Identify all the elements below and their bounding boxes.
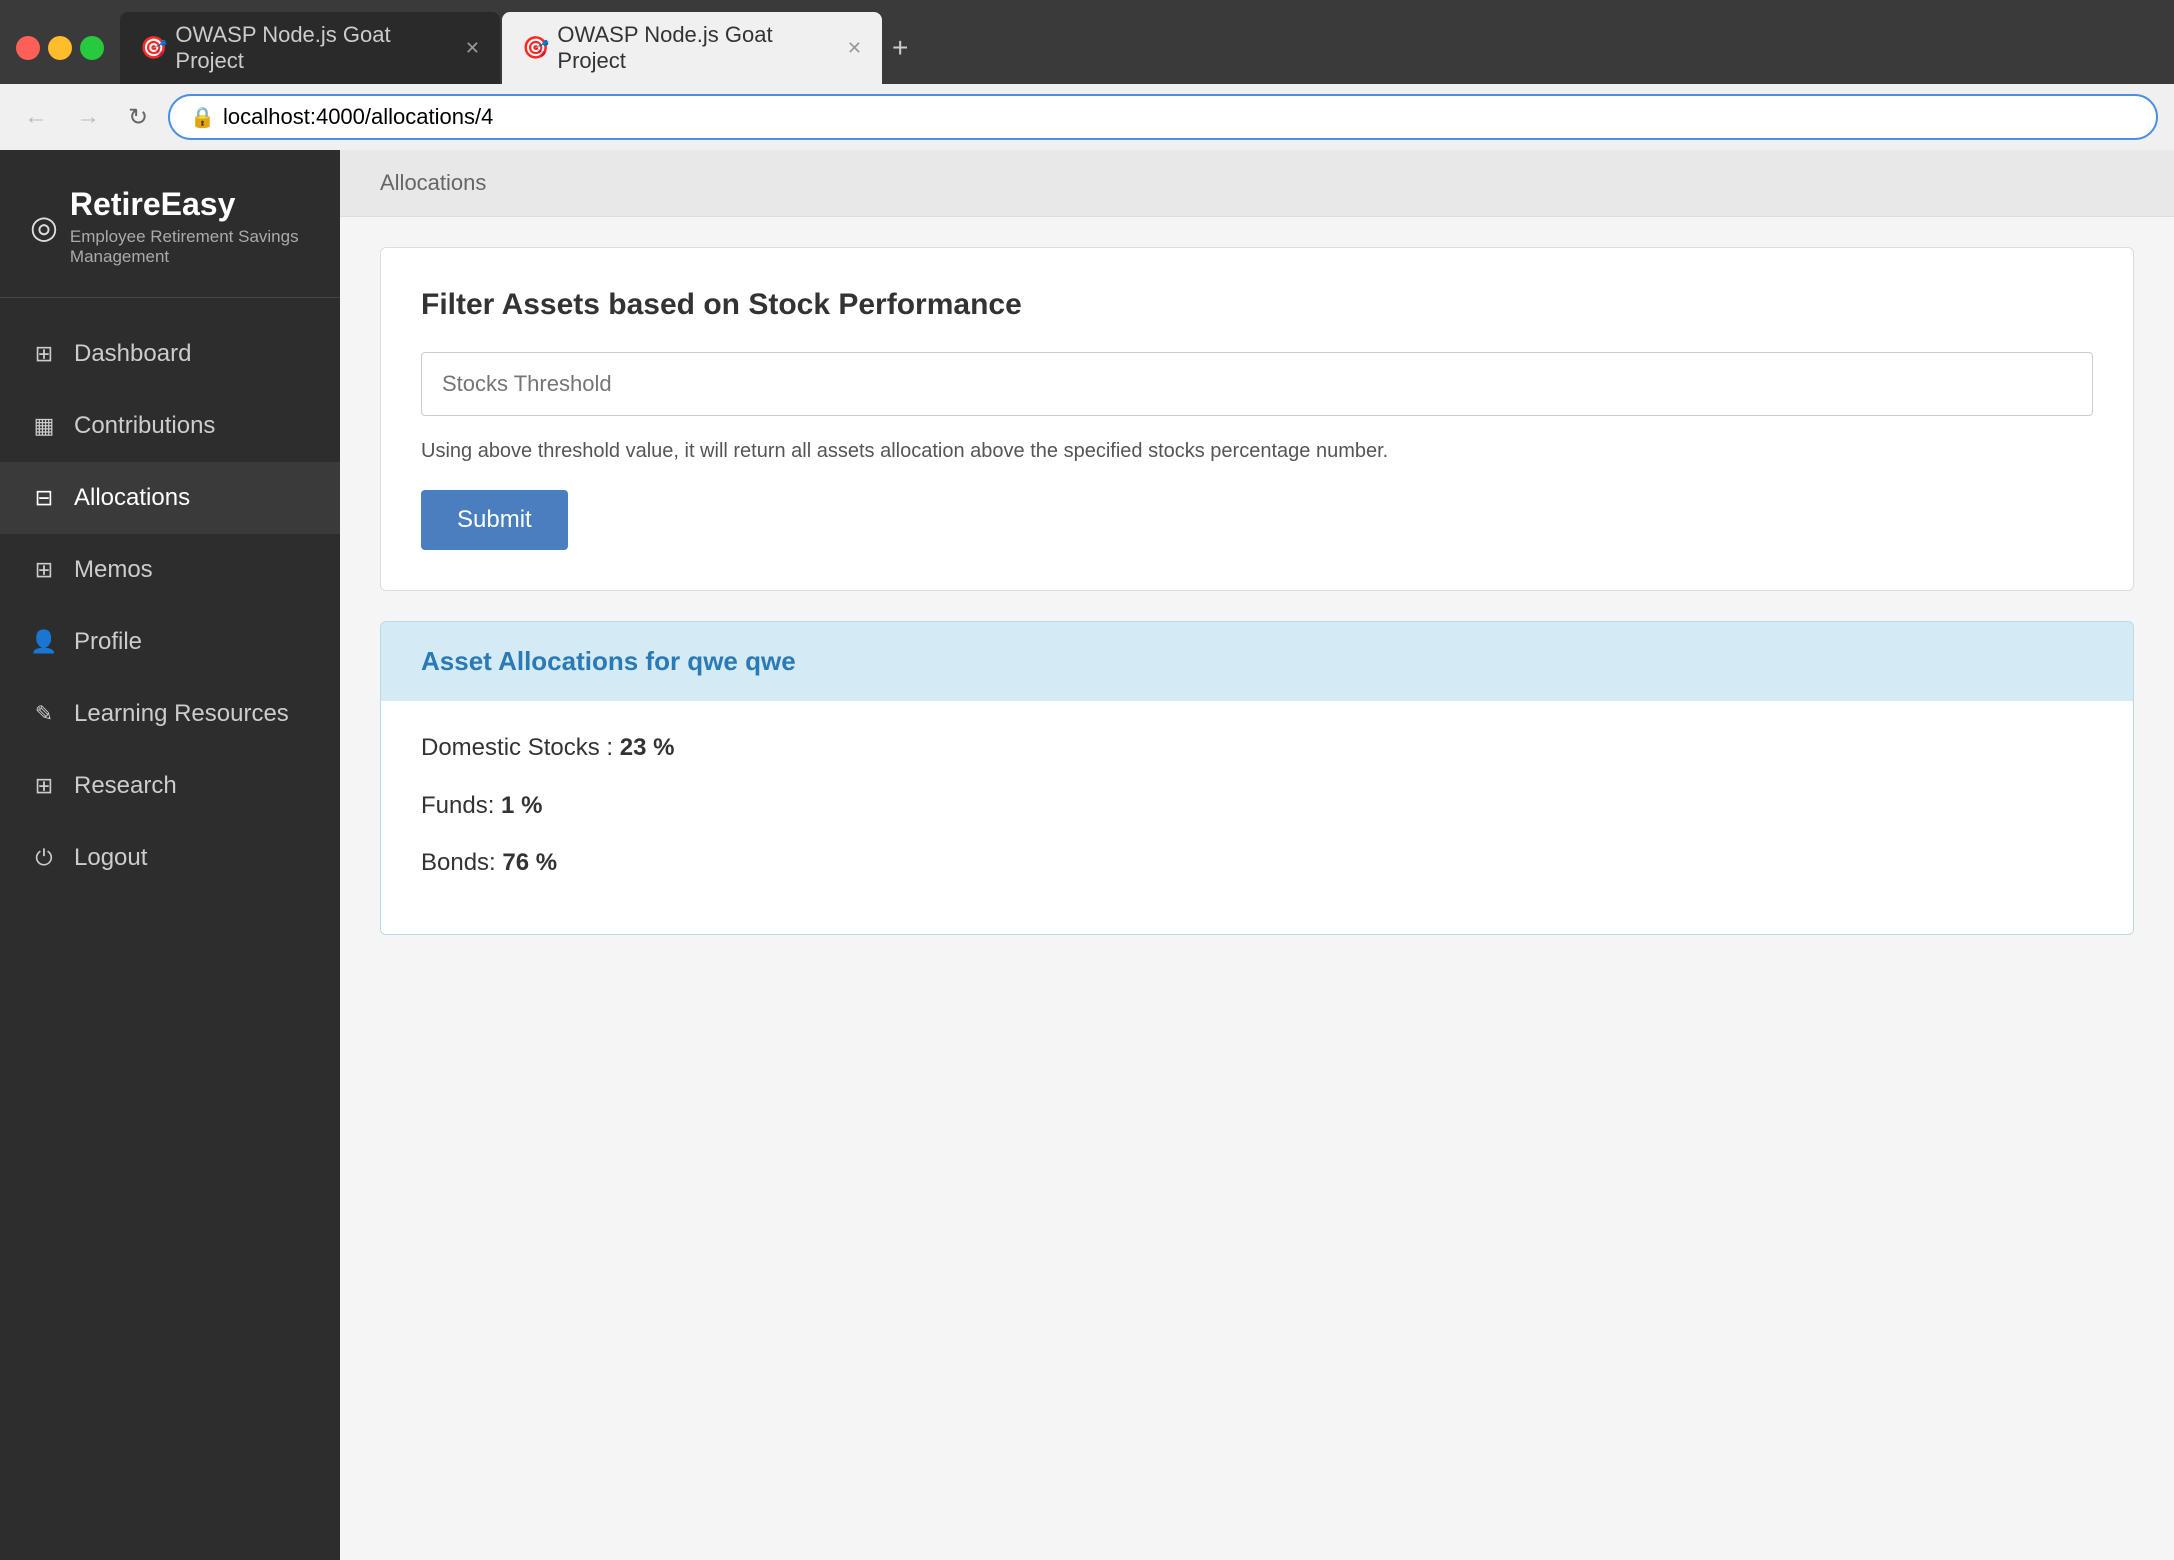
sidebar-item-memos-label: Memos [74, 556, 153, 584]
sidebar-item-contributions[interactable]: ▦ Contributions [0, 390, 340, 462]
back-button[interactable]: ← [16, 99, 56, 135]
tab-2-close[interactable]: ✕ [847, 38, 862, 59]
brand: ◎ RetireEasy Employee Retirement Savings… [0, 150, 340, 298]
forward-button[interactable]: → [68, 99, 108, 135]
helper-text: Using above threshold value, it will ret… [421, 436, 2093, 466]
title-bar: 🎯 OWASP Node.js Goat Project ✕ 🎯 OWASP N… [0, 0, 2174, 84]
sidebar-item-memos[interactable]: ⊞ Memos [0, 534, 340, 606]
bonds-value: 76 % [502, 849, 557, 876]
sidebar-item-allocations-label: Allocations [74, 484, 190, 512]
filter-card: Filter Assets based on Stock Performance… [380, 247, 2134, 591]
address-text: localhost:4000/allocations/4 [223, 104, 493, 130]
new-tab-button[interactable]: + [884, 12, 916, 84]
sidebar-item-contributions-label: Contributions [74, 412, 215, 440]
stocks-threshold-input[interactable] [421, 352, 2093, 416]
main-content: Allocations Filter Assets based on Stock… [340, 150, 2174, 1560]
sidebar-item-logout[interactable]: ⏻ Logout [0, 822, 340, 894]
brand-name-part2: Easy [161, 186, 236, 222]
tab-1-title: OWASP Node.js Goat Project [175, 22, 457, 74]
sidebar-item-research[interactable]: ⊞ Research [0, 750, 340, 822]
sidebar-item-dashboard[interactable]: ⊞ Dashboard [0, 318, 340, 390]
sidebar-item-learning-resources[interactable]: ✎ Learning Resources [0, 678, 340, 750]
brand-name: RetireEasy [70, 186, 310, 223]
sidebar-item-learning-resources-label: Learning Resources [74, 700, 289, 728]
submit-button[interactable]: Submit [421, 490, 568, 550]
results-body: Domestic Stocks : 23 % Funds: 1 % Bonds:… [381, 701, 2133, 934]
tab-2-title: OWASP Node.js Goat Project [557, 22, 839, 74]
traffic-lights [16, 36, 104, 60]
tab-1-favicon: 🎯 [140, 35, 167, 61]
logout-icon: ⏻ [30, 845, 58, 871]
filter-title: Filter Assets based on Stock Performance [421, 288, 2093, 322]
brand-name-part1: Retire [70, 186, 161, 222]
contributions-icon: ▦ [30, 413, 58, 439]
funds-value: 1 % [501, 792, 542, 819]
lock-icon: 🔒 [190, 105, 215, 130]
tab-1-close[interactable]: ✕ [465, 38, 480, 59]
browser-chrome: 🎯 OWASP Node.js Goat Project ✕ 🎯 OWASP N… [0, 0, 2174, 150]
sidebar-item-dashboard-label: Dashboard [74, 340, 191, 368]
profile-icon: 👤 [30, 629, 58, 655]
memos-icon: ⊞ [30, 557, 58, 583]
breadcrumb-text: Allocations [380, 170, 486, 195]
tab-2-favicon: 🎯 [522, 35, 549, 61]
sidebar: ◎ RetireEasy Employee Retirement Savings… [0, 150, 340, 1560]
tab-1[interactable]: 🎯 OWASP Node.js Goat Project ✕ [120, 12, 500, 84]
address-host: localhost:4000 [223, 104, 365, 129]
allocation-domestic-stocks: Domestic Stocks : 23 % [421, 731, 2093, 765]
tab-2[interactable]: 🎯 OWASP Node.js Goat Project ✕ [502, 12, 882, 84]
sidebar-item-profile[interactable]: 👤 Profile [0, 606, 340, 678]
breadcrumb: Allocations [340, 150, 2174, 217]
minimize-window-button[interactable] [48, 36, 72, 60]
sidebar-item-logout-label: Logout [74, 844, 147, 872]
content-area: Filter Assets based on Stock Performance… [340, 217, 2174, 965]
address-path: /allocations/4 [365, 104, 493, 129]
nav-menu: ⊞ Dashboard ▦ Contributions ⊟ Allocation… [0, 298, 340, 1560]
address-bar[interactable]: 🔒 localhost:4000/allocations/4 [168, 94, 2158, 140]
domestic-stocks-label: Domestic Stocks : [421, 734, 620, 761]
results-header: Asset Allocations for qwe qwe [381, 622, 2133, 701]
sidebar-item-research-label: Research [74, 772, 177, 800]
app: ◎ RetireEasy Employee Retirement Savings… [0, 150, 2174, 1560]
maximize-window-button[interactable] [80, 36, 104, 60]
dashboard-icon: ⊞ [30, 341, 58, 367]
brand-text: RetireEasy Employee Retirement Savings M… [70, 186, 310, 267]
brand-logo-icon: ◎ [30, 208, 58, 246]
results-title: Asset Allocations for qwe qwe [421, 646, 2093, 677]
research-icon: ⊞ [30, 773, 58, 799]
address-bar-row: ← → ↻ 🔒 localhost:4000/allocations/4 [0, 84, 2174, 150]
sidebar-item-allocations[interactable]: ⊟ Allocations [0, 462, 340, 534]
tab-bar: 🎯 OWASP Node.js Goat Project ✕ 🎯 OWASP N… [120, 12, 2158, 84]
brand-tagline: Employee Retirement Savings Management [70, 227, 310, 267]
refresh-button[interactable]: ↻ [120, 99, 156, 136]
allocation-bonds: Bonds: 76 % [421, 846, 2093, 880]
close-window-button[interactable] [16, 36, 40, 60]
learning-resources-icon: ✎ [30, 701, 58, 727]
sidebar-item-profile-label: Profile [74, 628, 142, 656]
domestic-stocks-value: 23 % [620, 734, 675, 761]
allocations-icon: ⊟ [30, 485, 58, 511]
allocation-funds: Funds: 1 % [421, 789, 2093, 823]
bonds-label: Bonds: [421, 849, 502, 876]
funds-label: Funds: [421, 792, 501, 819]
results-card: Asset Allocations for qwe qwe Domestic S… [380, 621, 2134, 935]
